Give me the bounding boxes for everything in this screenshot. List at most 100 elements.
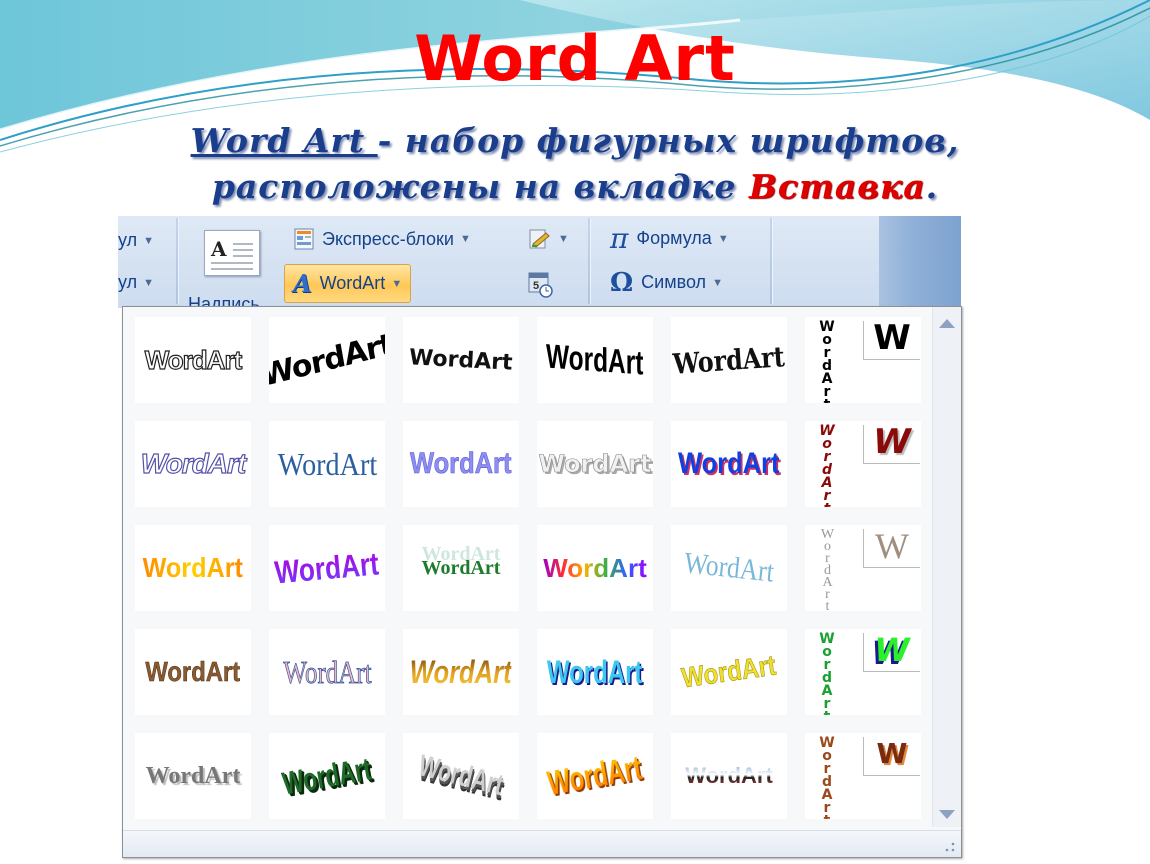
wordart-style-rainbow[interactable]: WordArt xyxy=(537,525,653,611)
scroll-down-arrow-icon[interactable] xyxy=(939,810,955,819)
scroll-up-arrow-icon[interactable] xyxy=(939,319,955,328)
wordart-sample-text: WordArt xyxy=(279,750,374,801)
wordart-style-orange-3d[interactable]: WordArt xyxy=(537,733,653,819)
subtitle-tab-name: Вставка xyxy=(748,167,926,206)
signature-line-button[interactable]: ▼ xyxy=(528,228,569,250)
formula-button[interactable]: π Формула ▼ xyxy=(610,221,729,255)
wordart-style-light-blue-arch[interactable]: WordArt xyxy=(671,525,787,611)
wordart-sample-text: WordArt xyxy=(140,447,247,479)
symbol-button[interactable]: Ω Символ ▼ xyxy=(610,267,723,298)
wordart-style-arch-black[interactable]: WordArt xyxy=(403,317,519,403)
wordart-sample-text: WordArt xyxy=(546,336,644,383)
wordart-style-cyan-wave[interactable]: WordArt xyxy=(537,629,653,715)
wordart-letter-preview: W xyxy=(863,737,920,776)
wordart-sample-text: WordArt xyxy=(685,763,773,788)
ribbon-window-edge xyxy=(879,216,961,308)
ribbon-separator xyxy=(588,218,591,304)
subtitle-line-2: расположены на вкладке Вставка. xyxy=(0,164,1150,210)
wordart-sample-text: WordArt xyxy=(144,344,243,375)
wordart-sample-text: WordArt xyxy=(415,749,507,802)
wordart-style-vertical-black[interactable]: WordArt W xyxy=(805,317,921,403)
wordart-style-vertical-gray-serif[interactable]: WordArt W xyxy=(805,525,921,611)
wordart-icon: A xyxy=(293,269,312,298)
wordart-sample-text: WordArt xyxy=(421,556,501,579)
wordart-vertical-sample: WordArt xyxy=(820,527,835,611)
symbol-label: Символ xyxy=(641,272,707,292)
gallery-scrollbar[interactable] xyxy=(932,307,961,827)
wordart-style-green-reflection[interactable]: WordArt xyxy=(403,525,519,611)
ribbon-separator xyxy=(770,218,773,304)
wordart-sample-text: WordArt xyxy=(678,447,780,480)
wordart-style-orange-gradient[interactable]: WordArt xyxy=(135,525,251,611)
wordart-sample-text: WordArt xyxy=(408,344,514,376)
ribbon-separator xyxy=(176,218,179,304)
wordart-style-bold-lavender[interactable]: WordArt xyxy=(403,421,519,507)
wordart-style-outline-blue-italic[interactable]: WordArt xyxy=(135,421,251,507)
wordart-sample-text: WordArt xyxy=(282,653,372,690)
chevron-down-icon: ▼ xyxy=(712,276,723,289)
wordart-sample-text: WordArt xyxy=(277,445,377,482)
ribbon-cut-item-1[interactable]: ул ▼ xyxy=(118,230,154,251)
chevron-down-icon: ▼ xyxy=(143,276,154,289)
date-time-button[interactable]: 5 xyxy=(528,272,554,298)
wordart-letter-preview: W xyxy=(863,633,920,672)
wordart-style-vertical-darkred[interactable]: WordArt W xyxy=(805,421,921,507)
wordart-vertical-sample: WordArt xyxy=(819,631,835,715)
wordart-sample-text: WordArt xyxy=(672,339,786,381)
wordart-style-gray-shadow[interactable]: WordArt xyxy=(135,733,251,819)
date-time-icon: 5 xyxy=(528,272,553,298)
wordart-style-serif-blue[interactable]: WordArt xyxy=(269,421,385,507)
ribbon-cut-item-2[interactable]: ул ▼ xyxy=(118,272,154,293)
wordart-style-blue-red-shadow[interactable]: WordArt xyxy=(671,421,787,507)
wordart-letter-sample: W xyxy=(874,631,910,669)
wordart-style-gold-italic[interactable]: WordArt xyxy=(403,629,519,715)
wordart-sample-text: WordArt xyxy=(544,748,645,803)
wordart-style-purple-gradient[interactable]: WordArt xyxy=(269,525,385,611)
wordart-button[interactable]: A WordArt ▼ xyxy=(284,264,412,303)
subtitle-line-1: Word Art - набор фигурных шрифтов, xyxy=(0,118,1150,164)
wordart-sample-text: WordArt xyxy=(679,649,779,694)
wordart-style-pink-blue-arch[interactable]: WordArt xyxy=(269,629,385,715)
subtitle-location-text: расположены на вкладке xyxy=(211,167,749,206)
wordart-sample-text: WordArt xyxy=(538,450,652,479)
omega-icon: Ω xyxy=(610,267,634,298)
express-blocks-button[interactable]: Экспресс-блоки ▼ xyxy=(294,228,471,250)
pi-icon: π xyxy=(610,221,629,255)
slide-title: Word Art xyxy=(414,22,736,95)
wordart-style-chrome-flat[interactable]: WordArt xyxy=(671,733,787,819)
wordart-style-vertical-wood[interactable]: WordArt W xyxy=(805,733,921,819)
wordart-letter-sample: W xyxy=(876,737,908,770)
wordart-style-outline-black[interactable]: WordArt xyxy=(135,317,251,403)
wordart-letter-preview: W xyxy=(863,425,920,464)
wordart-style-vertical-green-blue[interactable]: WordArt W xyxy=(805,629,921,715)
wordart-sample-text: WordArt xyxy=(273,545,381,590)
wordart-style-bold-black-rise[interactable]: WordArt xyxy=(269,317,385,403)
wordart-style-condensed-black-wave[interactable]: WordArt xyxy=(537,317,653,403)
wordart-letter-preview: W xyxy=(863,321,920,360)
wordart-label: WordArt xyxy=(319,273,386,293)
textbox-line xyxy=(233,255,253,257)
svg-text:5: 5 xyxy=(533,280,539,292)
chevron-down-icon: ▼ xyxy=(717,232,729,245)
wordart-style-silver-3d-perspective[interactable]: WordArt xyxy=(403,733,519,819)
wordart-style-green-3d[interactable]: WordArt xyxy=(269,733,385,819)
wordart-vertical-sample: WordArt xyxy=(819,319,835,403)
formula-label: Формула xyxy=(636,228,712,248)
wordart-letter-sample: W xyxy=(873,318,911,358)
ribbon-cut-item-1-label: ул xyxy=(118,230,138,250)
wordart-sample-text: WordArt xyxy=(682,546,776,589)
ribbon-cut-item-2-label: ул xyxy=(118,272,138,292)
textbox-glyph: A xyxy=(211,237,227,261)
chevron-down-icon: ▼ xyxy=(558,233,569,245)
wordart-style-brown-texture[interactable]: WordArt xyxy=(135,629,251,715)
wordart-vertical-sample: WordArt xyxy=(819,423,835,507)
gallery-footer xyxy=(123,830,961,857)
resize-grip-icon[interactable] xyxy=(944,841,956,853)
wordart-style-yellow-wave[interactable]: WordArt xyxy=(671,629,787,715)
textbox-line xyxy=(211,268,253,270)
wordart-style-silver-3d[interactable]: WordArt xyxy=(537,421,653,507)
wordart-letter-preview: W xyxy=(863,528,920,568)
wordart-style-serif-black-rise[interactable]: WordArt xyxy=(671,317,787,403)
chevron-down-icon: ▼ xyxy=(143,234,154,247)
wordart-sample-text: WordArt xyxy=(142,552,244,583)
